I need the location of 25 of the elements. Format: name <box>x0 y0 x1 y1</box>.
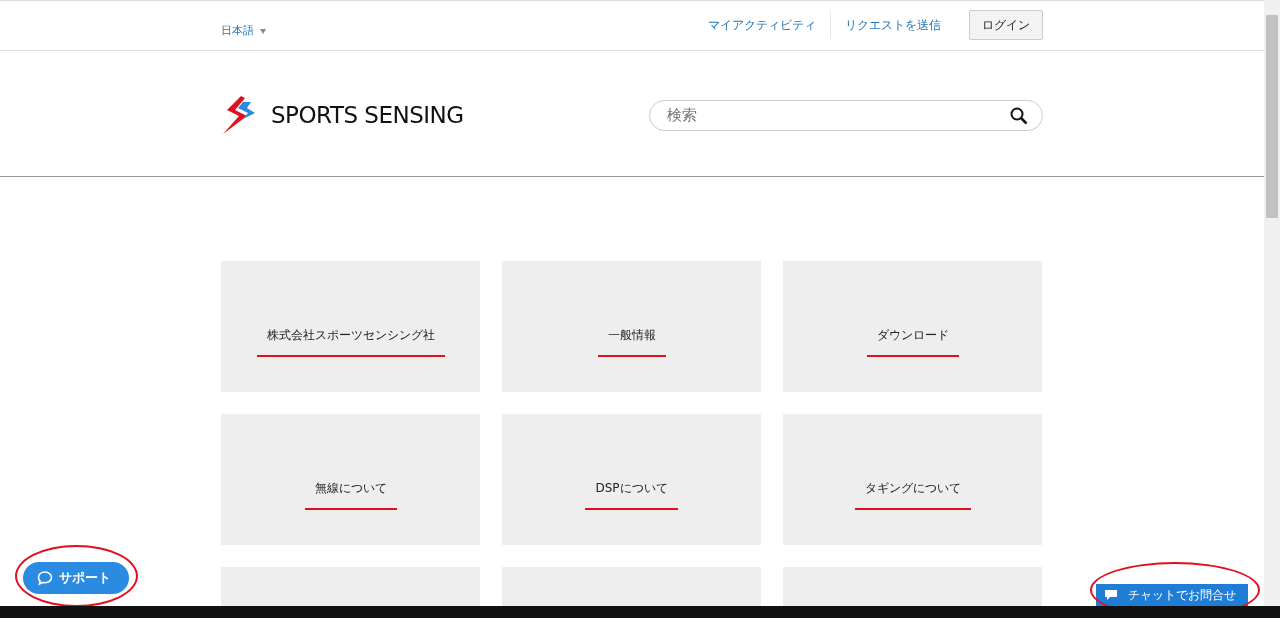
chat-button[interactable]: チャットでお問合せ <box>1096 584 1248 606</box>
language-selector[interactable]: 日本語 <box>221 22 254 40</box>
search-icon[interactable] <box>1010 106 1028 125</box>
caret-icon <box>260 28 266 34</box>
tile-label: ダウンロード <box>866 322 959 357</box>
chat-bubble-icon <box>1104 589 1118 601</box>
category-tile[interactable]: タギングについて <box>783 414 1042 545</box>
support-button[interactable]: サポート <box>23 562 129 594</box>
tile-label: タギングについて <box>854 475 971 510</box>
chat-bubble-icon <box>37 569 53 586</box>
nav-link[interactable]: リクエストを送信 <box>831 16 955 34</box>
tile-label: 株式会社スポーツセンシング社 <box>256 322 445 357</box>
category-tile[interactable]: DSPについて <box>502 414 761 545</box>
scrollbar-thumb[interactable] <box>1266 15 1278 218</box>
category-tile[interactable]: 無線について <box>221 414 480 545</box>
tile-label: 一般情報 <box>597 322 666 357</box>
tile-label: DSPについて <box>585 475 678 510</box>
nav-link[interactable]: マイアクティビティ <box>694 16 830 34</box>
logo-text: SPORTS SENSING <box>271 100 464 130</box>
category-tile[interactable]: 株式会社スポーツセンシング社 <box>221 261 480 392</box>
search-field[interactable]: 検索 <box>649 99 1043 131</box>
tile-label: 無線について <box>304 475 397 510</box>
category-tile[interactable]: 一般情報 <box>502 261 761 392</box>
login-button[interactable]: ログイン <box>969 10 1043 40</box>
category-tile[interactable]: ダウンロード <box>783 261 1042 392</box>
